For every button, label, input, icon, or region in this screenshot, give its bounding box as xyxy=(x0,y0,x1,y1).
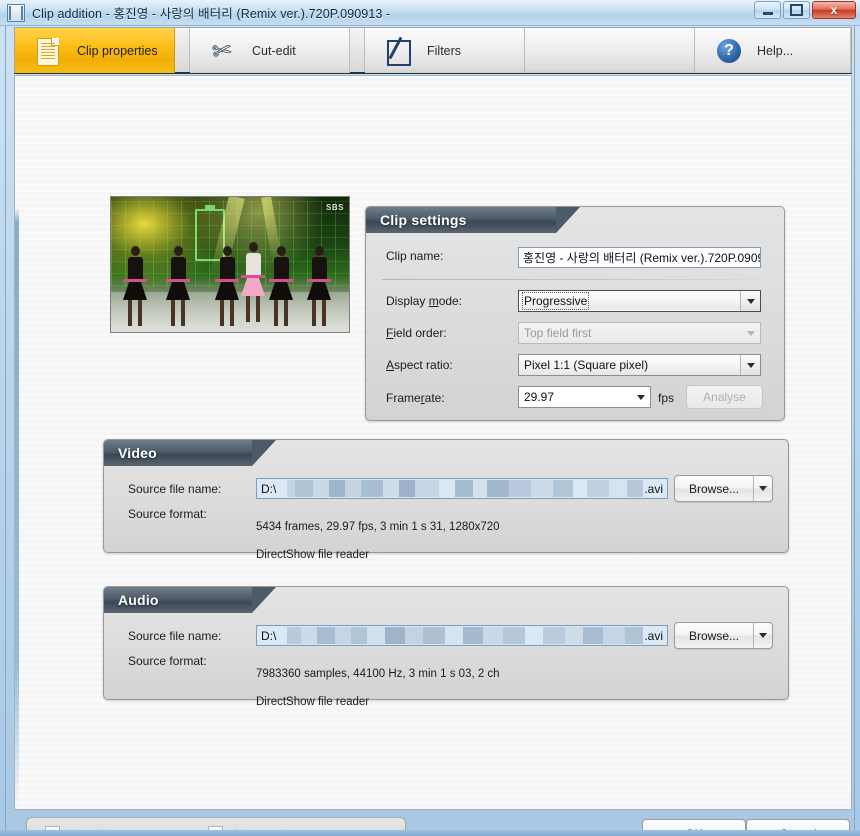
audio-browse-split-button[interactable]: Browse... xyxy=(674,622,774,649)
clip-settings-title: Clip settings xyxy=(380,212,467,228)
title-bar: Clip addition - 홍진영 - 사랑의 배터리 (Remix ver… xyxy=(0,0,860,26)
tab-filters-label: Filters xyxy=(427,43,462,58)
video-source-file-input[interactable]: D:\ .avi xyxy=(256,478,668,499)
audio-panel: Audio Source file name: D:\ .avi Browse.… xyxy=(103,586,789,708)
checkbox-pen-icon xyxy=(387,37,413,66)
video-browse-split-button[interactable]: Browse... xyxy=(674,475,774,502)
tab-filters[interactable]: Filters xyxy=(365,28,525,73)
tab-strip: Clip properties ✄ Cut-edit Filters ? Hel… xyxy=(14,27,852,74)
clip-addition-window: Clip addition - 홍진영 - 사랑의 배터리 (Remix ver… xyxy=(0,0,860,836)
video-source-format-value: 5434 frames, 29.97 fps, 3 min 1 s 31, 12… xyxy=(256,506,500,576)
film-strip-icon xyxy=(7,3,25,22)
close-button[interactable]: x xyxy=(812,1,856,19)
window-bottom-edge xyxy=(0,830,860,836)
video-panel: Video Source file name: D:\ .avi Browse.… xyxy=(103,439,789,561)
video-source-file-label: Source file name: xyxy=(128,482,222,496)
video-source-format-label: Source format: xyxy=(128,507,207,521)
field-order-label: Field order: xyxy=(386,326,447,340)
audio-path-redaction xyxy=(287,627,643,644)
tab-gap-1 xyxy=(175,28,190,72)
video-source-file-prefix: D:\ xyxy=(261,482,277,496)
chevron-down-icon[interactable] xyxy=(740,355,760,375)
video-panel-title: Video xyxy=(118,445,157,461)
video-panel-header: Video xyxy=(104,440,276,466)
display-mode-label: Display mode: xyxy=(386,294,463,308)
maximize-button[interactable] xyxy=(783,1,810,19)
audio-source-file-prefix: D:\ xyxy=(261,629,277,643)
display-mode-value: Progressive xyxy=(521,292,590,310)
tab-clip-properties[interactable]: Clip properties xyxy=(15,28,175,73)
aspect-ratio-label: Aspect ratio: xyxy=(386,358,453,372)
chevron-down-icon[interactable] xyxy=(740,291,760,311)
video-format-line-1: 5434 frames, 29.97 fps, 3 min 1 s 31, 12… xyxy=(256,521,500,533)
settings-divider xyxy=(382,279,770,280)
tab-cut-edit-label: Cut-edit xyxy=(252,43,296,58)
tab-help[interactable]: ? Help... xyxy=(695,28,851,73)
audio-format-line-1: 7983360 samples, 44100 Hz, 3 min 1 s 03,… xyxy=(256,668,500,680)
audio-source-format-label: Source format: xyxy=(128,654,207,668)
window-title: Clip addition - 홍진영 - 사랑의 배터리 (Remix ver… xyxy=(32,7,391,21)
tab-clip-properties-label: Clip properties xyxy=(77,43,158,58)
aspect-ratio-value: Pixel 1:1 (Square pixel) xyxy=(524,358,649,372)
audio-source-format-value: 7983360 samples, 44100 Hz, 3 min 1 s 03,… xyxy=(256,653,500,723)
chevron-down-icon-disabled xyxy=(741,323,760,343)
audio-source-file-input[interactable]: D:\ .avi xyxy=(256,625,668,646)
aspect-ratio-select[interactable]: Pixel 1:1 (Square pixel) xyxy=(518,354,761,376)
question-mark-icon: ? xyxy=(717,37,743,65)
framerate-unit-label: fps xyxy=(658,391,675,405)
audio-format-line-2: DirectShow file reader xyxy=(256,696,370,708)
video-browse-button[interactable]: Browse... xyxy=(674,475,754,502)
clip-settings-panel: Clip settings Clip name: 홍진영 - 사랑의 배터리 (… xyxy=(365,206,785,421)
clip-preview-thumbnail: SBS xyxy=(110,196,350,333)
clip-settings-header: Clip settings xyxy=(366,207,580,233)
tab-empty-space xyxy=(525,28,695,73)
analyse-button: Analyse xyxy=(686,385,763,409)
window-controls: x xyxy=(754,1,856,19)
field-order-value: Top field first xyxy=(524,326,592,340)
document-icon xyxy=(37,37,63,66)
framerate-value: 29.97 xyxy=(524,390,555,404)
chevron-down-icon[interactable] xyxy=(631,387,650,407)
window-body: Clip properties ✄ Cut-edit Filters ? Hel… xyxy=(5,26,855,836)
audio-source-file-label: Source file name: xyxy=(128,629,222,643)
audio-source-file-suffix: .avi xyxy=(644,629,663,643)
audio-panel-header: Audio xyxy=(104,587,276,613)
clip-name-label: Clip name: xyxy=(386,249,444,263)
clip-name-input[interactable]: 홍진영 - 사랑의 배터리 (Remix ver.).720P.0909 xyxy=(518,247,761,268)
minimize-button[interactable] xyxy=(754,1,781,19)
tab-gap-2 xyxy=(350,28,365,72)
audio-browse-dropdown-icon[interactable] xyxy=(753,622,774,649)
audio-panel-title: Audio xyxy=(118,592,159,608)
field-order-select: Top field first xyxy=(518,322,761,344)
broadcaster-watermark: SBS xyxy=(326,203,344,212)
content-area: SBS Clip settings Clip name: 홍진영 - 사랑의 배… xyxy=(14,75,852,810)
display-mode-select[interactable]: Progressive xyxy=(518,290,761,312)
video-format-line-2: DirectShow file reader xyxy=(256,549,370,561)
framerate-select[interactable]: 29.97 xyxy=(518,386,651,408)
video-path-redaction xyxy=(287,480,643,497)
audio-browse-button[interactable]: Browse... xyxy=(674,622,754,649)
video-source-file-suffix: .avi xyxy=(644,482,663,496)
video-browse-dropdown-icon[interactable] xyxy=(753,475,774,502)
scissors-icon: ✄ xyxy=(210,35,234,65)
tab-cut-edit[interactable]: ✄ Cut-edit xyxy=(190,28,350,73)
framerate-label: Framerate: xyxy=(386,391,445,405)
tab-help-label: Help... xyxy=(757,43,794,58)
